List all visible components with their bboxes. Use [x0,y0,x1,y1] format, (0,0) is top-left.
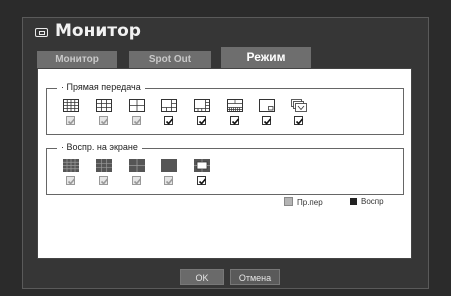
cancel-button[interactable]: Отмена [230,269,280,285]
layout-4-icon[interactable] [129,159,145,172]
playback-checkbox[interactable] [197,176,207,185]
live-checkbox[interactable] [164,116,174,125]
layout-1-icon[interactable] [161,159,177,172]
mode-panel: · Прямая передача · Воспр. на экране Пр.… [37,68,412,259]
layout-8-icon[interactable] [194,99,210,112]
live-checkbox[interactable] [294,116,304,125]
layout-9-icon[interactable] [96,159,112,172]
title-bar: Монитор [23,18,428,46]
layout-pip-icon[interactable] [259,99,275,112]
live-swatch [284,197,293,206]
tab-monitor[interactable]: Монитор [37,51,117,68]
playback-group-label: · Воспр. на экране [57,142,142,152]
layout-4-icon[interactable] [129,99,145,112]
live-checkbox[interactable] [262,116,272,125]
live-group-label: · Прямая передача [57,82,145,92]
monitor-icon [35,28,48,37]
layout-zoom-icon[interactable] [194,159,210,172]
ok-button[interactable]: OK [180,269,224,285]
playback-checkbox[interactable] [66,176,76,185]
dialog-title: Монитор [55,21,141,41]
playback-checkbox[interactable] [132,176,142,185]
live-checkbox[interactable] [66,116,76,125]
tab-mode[interactable]: Режим [221,47,311,68]
playback-group: · Воспр. на экране [46,142,404,195]
layout-16-icon[interactable] [63,99,79,112]
live-legend-label: Пр.пер [297,198,323,207]
playback-swatch [350,198,357,205]
monitor-dialog: Монитор Монитор Spot Out Режим · Прямая … [22,17,429,289]
layout-13-icon[interactable] [227,99,243,112]
live-checkbox[interactable] [197,116,207,125]
playback-legend-label: Воспр [361,197,384,206]
status-legend-live: Пр.пер [284,197,323,207]
playback-checkbox[interactable] [99,176,109,185]
tab-spot-out[interactable]: Spot Out [129,51,211,68]
live-checkbox[interactable] [230,116,240,125]
status-legend-playback: Воспр [350,197,384,206]
layout-6-icon[interactable] [161,99,177,112]
layout-9-icon[interactable] [96,99,112,112]
live-checkbox[interactable] [99,116,109,125]
live-checkbox[interactable] [132,116,142,125]
live-group: · Прямая передача [46,82,404,135]
layout-sequence-icon[interactable] [291,99,307,112]
playback-checkbox[interactable] [164,176,174,185]
layout-16-icon[interactable] [63,159,79,172]
